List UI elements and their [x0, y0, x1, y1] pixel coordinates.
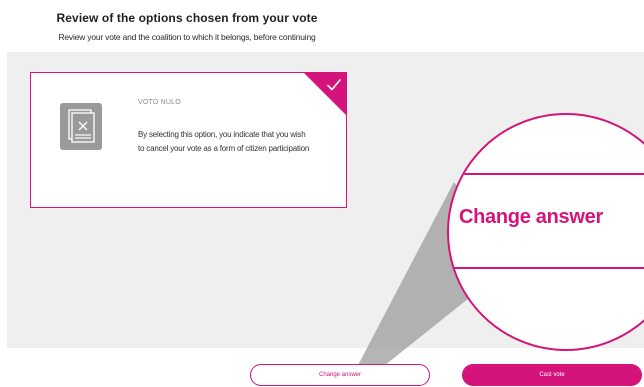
zoom-button-outline-top [449, 173, 644, 175]
selected-option-card[interactable]: VOTO NULO By selecting this option, you … [30, 72, 347, 208]
page-subtitle: Review your vote and the coalition to wh… [58, 32, 316, 42]
cast-vote-button[interactable]: Cast vote [462, 364, 642, 386]
zoom-callout-text: Change answer [459, 206, 603, 228]
page-title: Review of the options chosen from your v… [56, 11, 318, 25]
null-ballot-icon [60, 103, 102, 150]
change-answer-button[interactable]: Change answer [250, 364, 430, 386]
checkmark-icon [327, 79, 341, 91]
option-label: VOTO NULO [138, 99, 181, 106]
zoom-button-outline-bottom [449, 267, 644, 269]
option-description: By selecting this option, you indicate t… [138, 130, 310, 153]
vote-review-screen: Review of the options chosen from your v… [0, 0, 644, 387]
